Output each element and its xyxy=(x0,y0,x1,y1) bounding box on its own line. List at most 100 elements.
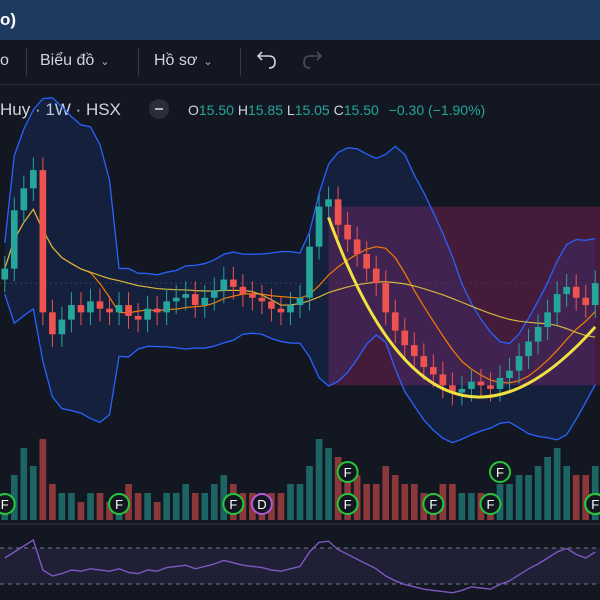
volume-bar xyxy=(96,493,104,520)
candle-body xyxy=(277,308,285,313)
volume-bar xyxy=(39,439,47,520)
volume-bar xyxy=(172,493,180,520)
volume-bar xyxy=(363,484,370,520)
volume-bar xyxy=(144,493,151,520)
volume-bar xyxy=(134,493,142,520)
candle-body xyxy=(153,308,161,313)
event-marker-label: F xyxy=(344,465,352,480)
volume-bar xyxy=(544,457,551,520)
volume-bar xyxy=(391,475,399,520)
volume-bar xyxy=(468,493,475,520)
candle-body xyxy=(49,312,56,335)
candle-body xyxy=(39,170,47,313)
candle-body xyxy=(496,378,504,389)
candle-body xyxy=(182,294,190,298)
candle-body xyxy=(315,206,323,247)
volume-bar xyxy=(325,448,332,520)
candle-body xyxy=(144,308,151,320)
candle-body xyxy=(391,312,399,331)
candle-body xyxy=(201,297,209,306)
volume-bar xyxy=(77,502,85,520)
candle-body xyxy=(544,312,551,327)
candle-body xyxy=(353,239,361,254)
candle-body xyxy=(525,341,532,357)
candle-body xyxy=(410,345,418,357)
event-marker-label: D xyxy=(257,497,266,512)
candle-body xyxy=(458,388,466,393)
candle-body xyxy=(20,188,28,211)
event-marker-label: F xyxy=(496,465,504,480)
candle-body xyxy=(334,199,342,225)
candle-body xyxy=(582,297,590,306)
candle-body xyxy=(572,286,580,298)
candle-body xyxy=(344,224,351,240)
volume-bar xyxy=(163,493,170,520)
volume-bar xyxy=(553,448,561,520)
volume-bar xyxy=(449,484,456,520)
volume-bar xyxy=(525,475,532,520)
candle-body xyxy=(87,301,94,313)
candle-body xyxy=(10,210,18,269)
candle-body xyxy=(239,286,247,295)
candle-body xyxy=(306,246,313,298)
volume-bar xyxy=(382,466,390,520)
candle-body xyxy=(430,367,437,375)
volume-bar xyxy=(372,484,380,520)
candle-body xyxy=(1,268,9,280)
candle-body xyxy=(77,305,85,313)
event-marker-label: F xyxy=(486,497,494,512)
candle-body xyxy=(325,199,332,207)
candle-body xyxy=(287,305,294,313)
volume-bar xyxy=(410,484,418,520)
candle-body xyxy=(296,297,304,306)
candle-body xyxy=(591,283,599,306)
candle-body xyxy=(563,286,570,295)
candle-body xyxy=(134,316,142,320)
volume-bar xyxy=(315,439,323,520)
candle-body xyxy=(534,326,542,342)
candle-body xyxy=(125,305,132,316)
volume-bar xyxy=(153,502,161,520)
candle-body xyxy=(163,301,170,313)
candle-body xyxy=(58,319,66,335)
candle-body xyxy=(515,356,523,371)
price-chart[interactable]: FFFDFFFFSFFFFFDFFDFFFF xyxy=(0,0,600,600)
candle-body xyxy=(439,374,447,386)
volume-bar xyxy=(201,493,209,520)
candle-body xyxy=(191,294,199,306)
volume-bar xyxy=(58,493,66,520)
volume-bar xyxy=(287,484,294,520)
candle-body xyxy=(382,283,390,313)
candle-body xyxy=(372,268,380,284)
candle-body xyxy=(477,381,485,386)
candle-body xyxy=(249,294,256,298)
volume-bar xyxy=(182,484,190,520)
volume-bar xyxy=(306,466,313,520)
candle-body xyxy=(468,381,475,389)
candle-body xyxy=(96,301,104,309)
candle-body xyxy=(487,385,494,389)
volume-bar xyxy=(210,484,218,520)
volume-bar xyxy=(515,475,523,520)
candle-body xyxy=(420,356,428,368)
volume-bar xyxy=(296,484,304,520)
event-marker-label: F xyxy=(344,497,352,512)
candle-body xyxy=(230,279,237,287)
volume-bar xyxy=(191,493,199,520)
event-marker-label: F xyxy=(229,497,237,512)
candle-body xyxy=(115,305,123,313)
volume-bar xyxy=(277,493,285,520)
volume-bar xyxy=(572,475,580,520)
volume-bar xyxy=(87,493,94,520)
candle-body xyxy=(68,305,75,320)
candle-body xyxy=(506,370,513,378)
candle-body xyxy=(220,279,228,291)
candle-body xyxy=(258,297,266,302)
candle-body xyxy=(553,294,561,313)
candle-body xyxy=(106,308,113,313)
candle-body xyxy=(363,254,370,269)
volume-bar xyxy=(401,484,409,520)
event-marker-label: F xyxy=(115,497,123,512)
candle-body xyxy=(210,290,218,298)
volume-bar xyxy=(49,484,56,520)
